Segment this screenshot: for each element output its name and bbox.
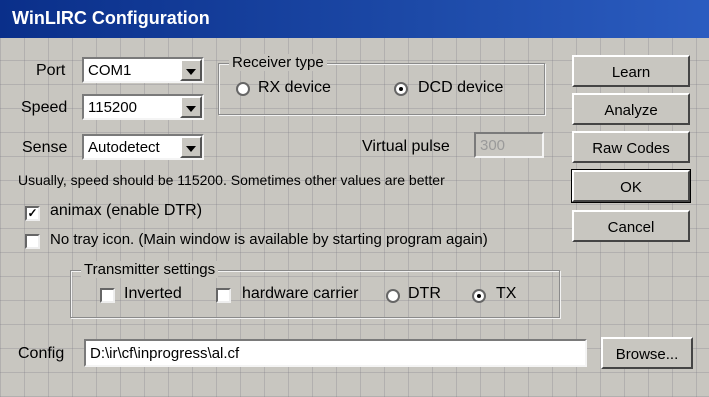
- rx-device-radio[interactable]: [236, 82, 250, 96]
- port-dropdown-icon[interactable]: [180, 59, 202, 81]
- browse-button[interactable]: Browse...: [601, 337, 693, 369]
- hardware-carrier-label: hardware carrier: [242, 285, 359, 302]
- config-path-input[interactable]: D:\ir\cf\inprogress\al.cf: [84, 339, 587, 367]
- ok-button-label: OK: [620, 179, 642, 196]
- virtual-pulse-input: 300: [474, 132, 544, 158]
- dcd-device-radio[interactable]: [394, 82, 408, 96]
- cancel-button[interactable]: Cancel: [572, 210, 690, 242]
- learn-button[interactable]: Learn: [572, 55, 690, 87]
- config-dialog: WinLIRC Configuration Port COM1 Speed 11…: [0, 0, 709, 397]
- dtr-radio[interactable]: [386, 289, 400, 303]
- animax-checkbox[interactable]: ✓: [25, 206, 40, 221]
- raw-codes-button-label: Raw Codes: [592, 140, 670, 157]
- speed-combo[interactable]: 115200: [82, 94, 204, 120]
- transmitter-settings-title: Transmitter settings: [81, 261, 219, 278]
- browse-button-label: Browse...: [615, 346, 679, 363]
- virtual-pulse-label: Virtual pulse: [362, 138, 450, 155]
- analyze-button[interactable]: Analyze: [572, 93, 690, 125]
- tx-radio[interactable]: [472, 289, 486, 303]
- receiver-type-title: Receiver type: [229, 54, 327, 71]
- port-label: Port: [36, 62, 66, 79]
- title-bar[interactable]: WinLIRC Configuration: [0, 0, 709, 38]
- dtr-label: DTR: [408, 285, 441, 302]
- speed-label: Speed: [21, 99, 68, 116]
- config-path-value: D:\ir\cf\inprogress\al.cf: [90, 345, 240, 362]
- port-combo[interactable]: COM1: [82, 57, 204, 83]
- window-title: WinLIRC Configuration: [12, 8, 210, 28]
- config-label: Config: [18, 345, 65, 362]
- speed-dropdown-icon[interactable]: [180, 96, 202, 118]
- rx-device-label: RX device: [258, 79, 331, 96]
- learn-button-label: Learn: [611, 64, 651, 81]
- raw-codes-button[interactable]: Raw Codes: [572, 131, 690, 163]
- inverted-checkbox[interactable]: [100, 288, 115, 303]
- dcd-device-label: DCD device: [418, 79, 504, 96]
- sense-combo[interactable]: Autodetect: [82, 134, 204, 160]
- sense-dropdown-icon[interactable]: [180, 136, 202, 158]
- speed-value: 115200: [88, 99, 137, 116]
- virtual-pulse-value: 300: [480, 137, 506, 154]
- animax-label: animax (enable DTR): [50, 202, 203, 219]
- sense-label: Sense: [22, 139, 68, 156]
- speed-note: Usually, speed should be 115200. Sometim…: [18, 172, 445, 188]
- inverted-label: Inverted: [124, 285, 182, 302]
- tx-label: TX: [496, 285, 517, 302]
- port-value: COM1: [88, 62, 132, 79]
- no-tray-checkbox[interactable]: [25, 234, 40, 249]
- ok-button[interactable]: OK: [571, 169, 691, 203]
- no-tray-label: No tray icon. (Main window is available …: [50, 231, 488, 248]
- cancel-button-label: Cancel: [607, 219, 655, 236]
- analyze-button-label: Analyze: [604, 102, 658, 119]
- hardware-carrier-checkbox[interactable]: [216, 288, 231, 303]
- sense-value: Autodetect: [88, 139, 160, 156]
